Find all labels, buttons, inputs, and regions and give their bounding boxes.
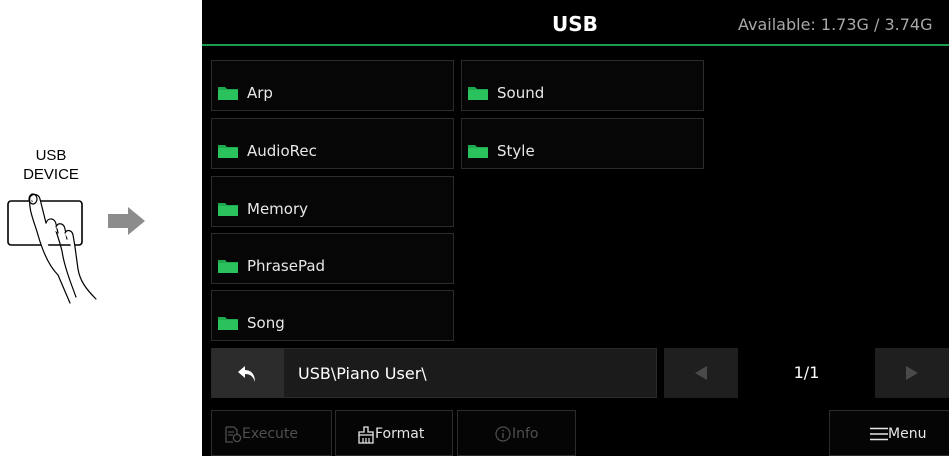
folder-label: Style bbox=[497, 142, 535, 160]
usb-device-label: USB DEVICE bbox=[20, 146, 82, 184]
folder-label: Sound bbox=[497, 84, 545, 102]
folder-memory[interactable]: Memory bbox=[211, 176, 454, 227]
execute-button[interactable]: Execute bbox=[211, 410, 332, 456]
path-bar: USB\Piano User\ bbox=[211, 348, 657, 398]
folder-icon bbox=[218, 260, 238, 273]
triangle-left-icon bbox=[695, 366, 707, 380]
folder-icon bbox=[468, 87, 488, 100]
screen-header: USB Available: 1.73G / 3.74G bbox=[202, 0, 949, 46]
next-page-button[interactable] bbox=[875, 348, 949, 398]
folder-phrasepad[interactable]: PhrasePad bbox=[211, 233, 454, 284]
right-arrow-icon bbox=[108, 207, 145, 235]
folder-icon bbox=[218, 317, 238, 330]
format-label: Format bbox=[375, 426, 425, 442]
folder-label: AudioRec bbox=[247, 142, 317, 160]
menu-button[interactable]: Menu bbox=[829, 410, 949, 456]
folder-style[interactable]: Style bbox=[461, 118, 704, 169]
folder-label: PhrasePad bbox=[247, 257, 326, 275]
current-path: USB\Piano User\ bbox=[298, 364, 427, 383]
info-label: Info bbox=[512, 426, 539, 442]
prev-page-button[interactable] bbox=[664, 348, 738, 398]
back-arrow-icon bbox=[238, 366, 255, 382]
page-indicator: 1/1 bbox=[793, 363, 820, 382]
folder-song[interactable]: Song bbox=[211, 290, 454, 341]
folder-icon bbox=[218, 203, 238, 216]
execute-label: Execute bbox=[242, 426, 298, 442]
back-button[interactable] bbox=[212, 349, 284, 397]
execute-file-icon bbox=[225, 426, 242, 443]
folder-label: Arp bbox=[247, 84, 273, 102]
menu-label: Menu bbox=[888, 426, 927, 442]
format-broom-icon bbox=[358, 426, 374, 444]
triangle-right-icon bbox=[906, 366, 918, 380]
format-button[interactable]: Format bbox=[335, 410, 453, 456]
page-navigator: 1/1 bbox=[664, 348, 949, 398]
folder-icon bbox=[468, 145, 488, 158]
folder-label: Song bbox=[247, 314, 285, 332]
menu-hamburger-icon bbox=[870, 427, 888, 441]
folder-sound[interactable]: Sound bbox=[461, 60, 704, 111]
info-icon bbox=[495, 426, 511, 442]
storage-available: Available: 1.73G / 3.74G bbox=[738, 15, 933, 34]
folder-icon bbox=[218, 145, 238, 158]
folder-icon bbox=[218, 87, 238, 100]
usb-device-illustration bbox=[7, 193, 145, 304]
usb-device-label-line1: USB bbox=[35, 147, 67, 164]
page-title: USB bbox=[552, 12, 598, 36]
folder-audiorec[interactable]: AudioRec bbox=[211, 118, 454, 169]
folder-arp[interactable]: Arp bbox=[211, 60, 454, 111]
info-button[interactable]: Info bbox=[457, 410, 576, 456]
folder-label: Memory bbox=[247, 200, 309, 218]
usb-screen: USB Available: 1.73G / 3.74G Arp AudioRe… bbox=[202, 0, 949, 456]
